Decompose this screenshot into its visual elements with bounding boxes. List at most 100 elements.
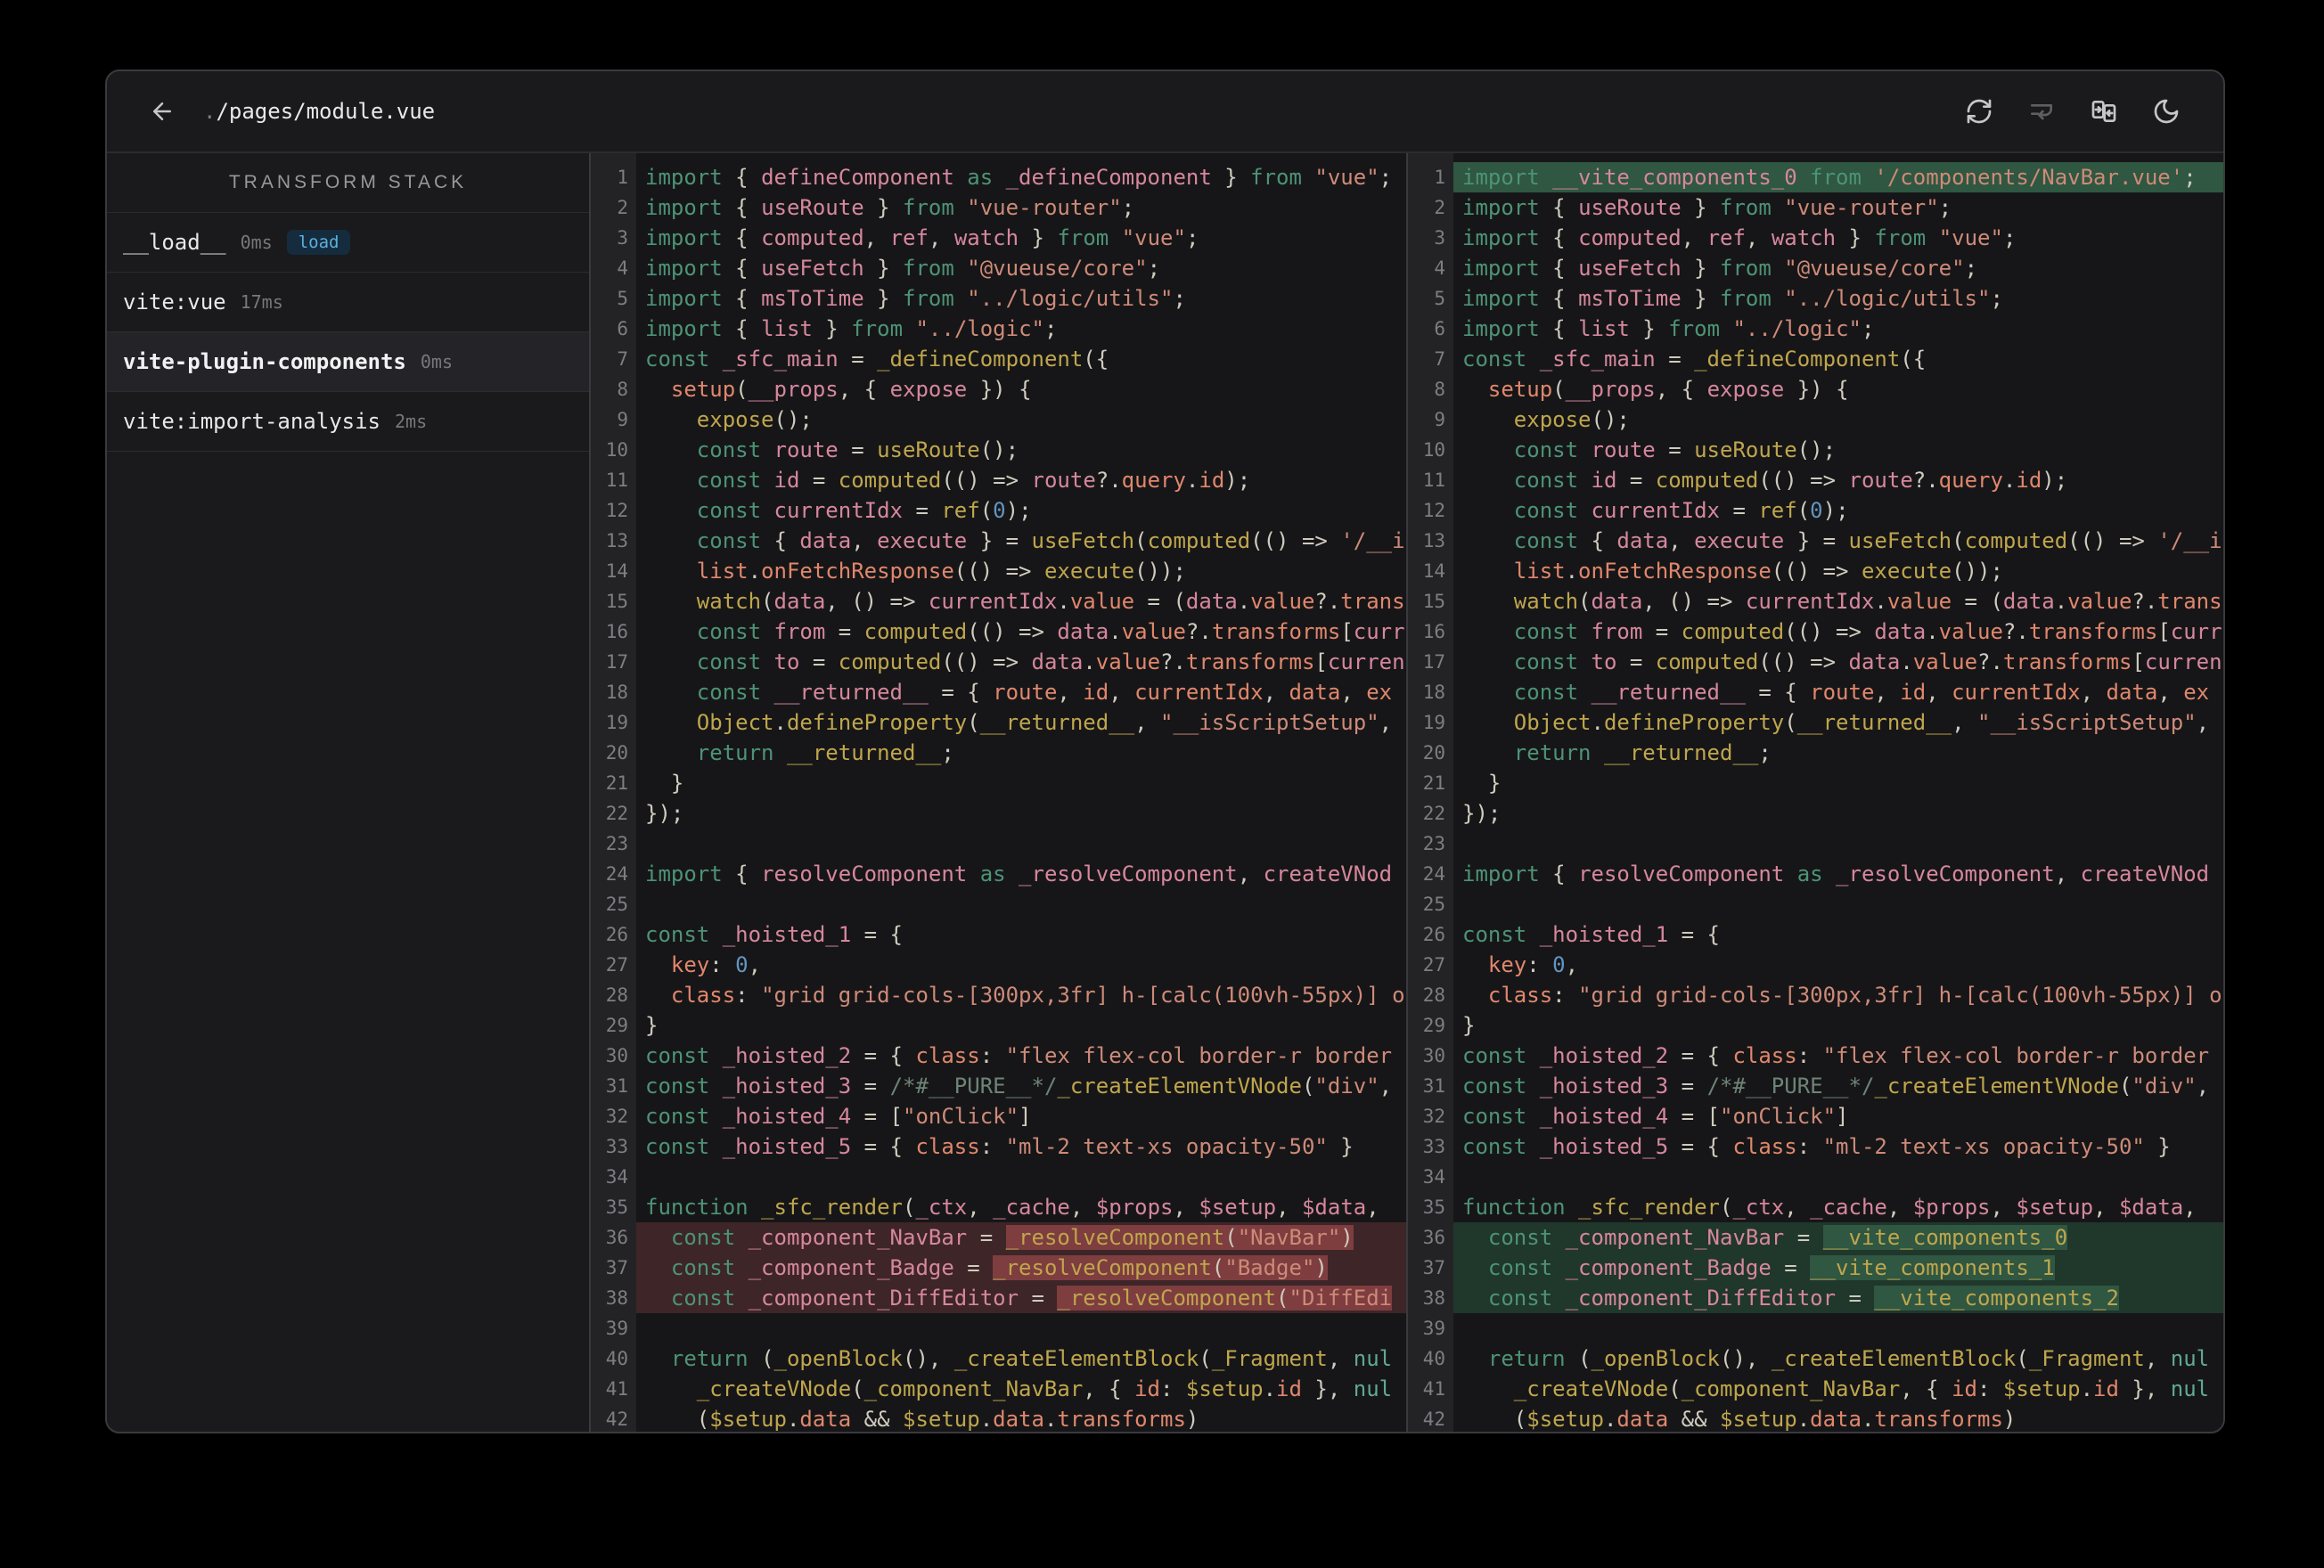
line-number: 5	[617, 288, 628, 309]
line-number: 8	[617, 379, 628, 400]
module-title-dot: .	[203, 99, 217, 124]
line-number: 25	[605, 894, 628, 915]
code-line: 32 const _hoisted_4 = ["onClick"]	[591, 1101, 1406, 1131]
line-number: 1	[617, 167, 628, 188]
line-content: const _sfc_main = _defineComponent({	[1462, 347, 1927, 372]
line-number: 13	[605, 530, 628, 551]
line-content: import { list } from "../logic";	[1462, 316, 1875, 341]
code-line-addfull: 1 import __vite_components_0 from '/compo…	[1408, 162, 2223, 192]
code-line: 5 import { msToTime } from "../logic/util…	[591, 283, 1406, 314]
back-button[interactable]	[146, 95, 178, 127]
code-line: 7 const _sfc_main = _defineComponent({	[1408, 344, 2223, 374]
code-line: 10 const route = useRoute();	[1408, 435, 2223, 465]
line-content: const _sfc_main = _defineComponent({	[645, 347, 1109, 372]
line-content: return __returned__;	[1513, 740, 1772, 765]
line-number: 18	[605, 682, 628, 703]
line-content	[636, 1313, 1406, 1343]
line-number: 6	[1434, 318, 1445, 339]
transform-stack-item-vite-vue[interactable]: vite:vue 17ms	[107, 273, 589, 332]
transform-stack-item--load-[interactable]: __load__ 0ms load	[107, 213, 589, 273]
line-number: 30	[605, 1045, 628, 1066]
code-line: 17 const to = computed(() => data.value?…	[591, 647, 1406, 677]
line-number: 30	[1422, 1045, 1445, 1066]
line-content: import { msToTime } from "../logic/utils…	[1462, 286, 2003, 311]
line-content: import { msToTime } from "../logic/utils…	[645, 286, 1186, 311]
transform-stack-item-vite-plugin-components[interactable]: vite-plugin-components 0ms	[107, 332, 589, 392]
plugin-time: 0ms	[240, 232, 273, 253]
code-line: 41 _createVNode(_component_NavBar, { id:…	[1408, 1374, 2223, 1404]
code-line: 19 Object.defineProperty(__returned__, "…	[1408, 707, 2223, 738]
code-line: 13 const { data, execute } = useFetch(co…	[1408, 526, 2223, 556]
line-number: 31	[1422, 1075, 1445, 1097]
code-line: 18 const __returned__ = { route, id, cur…	[1408, 677, 2223, 707]
line-content: import { computed, ref, watch } from "vu…	[645, 225, 1199, 250]
line-number: 28	[605, 984, 628, 1006]
line-number: 14	[605, 560, 628, 582]
plugin-time: 0ms	[420, 351, 454, 372]
line-content: class: "grid grid-cols-[300px,3fr] h-[ca…	[670, 983, 1405, 1008]
code-panel-before: 1 import { defineComponent as _defineComp…	[591, 153, 1406, 1432]
line-number: 21	[605, 772, 628, 794]
plugin-name: vite:import-analysis	[123, 409, 381, 434]
moon-icon	[2154, 99, 2179, 124]
line-number: 8	[1434, 379, 1445, 400]
wrap-lines-icon	[2031, 104, 2052, 120]
line-number: 23	[605, 833, 628, 854]
line-content	[636, 829, 1406, 859]
code-line: 4 import { useFetch } from "@vueuse/core"…	[591, 253, 1406, 283]
line-content	[636, 1162, 1406, 1192]
line-number: 37	[605, 1257, 628, 1278]
transform-stack-item-vite-import-analysis[interactable]: vite:import-analysis 2ms	[107, 392, 589, 452]
inspect-window: ./pages/module.vue TRANSFORM STACK __loa…	[105, 69, 2225, 1433]
code-line: 17 const to = computed(() => data.value?…	[1408, 647, 2223, 677]
code-line: 42 ($setup.data && $setup.data.transform…	[591, 1404, 1406, 1432]
refresh-button[interactable]	[1963, 95, 1995, 127]
line-number: 31	[605, 1075, 628, 1097]
code-line: 21 }	[1408, 768, 2223, 798]
code-line: 31 const _hoisted_3 = /*#__PURE__*/_creat…	[591, 1071, 1406, 1101]
line-content: class: "grid grid-cols-[300px,3fr] h-[ca…	[1487, 983, 2222, 1008]
code-line: 28 class: "grid grid-cols-[300px,3fr] h-…	[591, 980, 1406, 1010]
line-number: 40	[1422, 1348, 1445, 1369]
line-content: const from = computed(() => data.value?.…	[1513, 619, 2222, 644]
line-number: 36	[605, 1227, 628, 1248]
line-content: const to = computed(() => data.value?.tr…	[1513, 649, 2222, 674]
code-line: 13 const { data, execute } = useFetch(co…	[591, 526, 1406, 556]
line-content: const _component_NavBar = _resolveCompon…	[636, 1222, 1406, 1253]
line-content: import { useFetch } from "@vueuse/core";	[1462, 256, 1978, 281]
dark-mode-button[interactable]	[2150, 95, 2182, 127]
line-number: 15	[1422, 591, 1445, 612]
line-number: 10	[605, 439, 628, 461]
line-number: 32	[1422, 1106, 1445, 1127]
line-content: });	[1462, 801, 1502, 826]
code-line: 7 const _sfc_main = _defineComponent({	[591, 344, 1406, 374]
code-line: 26 const _hoisted_1 = {	[591, 919, 1406, 950]
line-number: 29	[1422, 1015, 1445, 1036]
line-number: 38	[1422, 1287, 1445, 1309]
code-line: 34	[1408, 1162, 2223, 1192]
line-content: Object.defineProperty(__returned__, "__i…	[1513, 710, 2210, 735]
wrap-lines-button[interactable]	[2025, 95, 2058, 127]
line-content: const __returned__ = { route, id, curren…	[1513, 680, 2210, 705]
module-title: ./pages/module.vue	[203, 99, 435, 124]
load-badge: load	[286, 230, 351, 255]
line-number: 42	[1422, 1409, 1445, 1430]
code-line: 29}	[1408, 1010, 2223, 1041]
transform-stack-sidebar: TRANSFORM STACK __load__ 0ms load vite:vue 1…	[107, 153, 591, 1432]
line-content: const _hoisted_2 = { class: "flex flex-c…	[1462, 1043, 2210, 1068]
merge-panels-button[interactable]	[2088, 95, 2120, 127]
code-panel-after: 1 import __vite_components_0 from '/compo…	[1406, 153, 2223, 1432]
code-line: 3 import { computed, ref, watch } from "v…	[591, 223, 1406, 253]
line-number: 20	[605, 742, 628, 764]
line-content: const _hoisted_5 = { class: "ml-2 text-x…	[645, 1134, 1354, 1159]
line-number: 35	[1422, 1196, 1445, 1218]
line-content: const currentIdx = ref(0);	[696, 498, 1032, 523]
code-line: 12 const currentIdx = ref(0);	[591, 495, 1406, 526]
code-line: 14 list.onFetchResponse(() => execute())…	[591, 556, 1406, 586]
code-line: 1 import { defineComponent as _defineComp…	[591, 162, 1406, 192]
line-content: _createVNode(_component_NavBar, { id: $s…	[696, 1376, 1393, 1401]
line-content	[1453, 1162, 2223, 1192]
code-line: 8 setup(__props, { expose }) {	[1408, 374, 2223, 404]
code-line: 23	[1408, 829, 2223, 859]
line-number: 17	[605, 651, 628, 673]
